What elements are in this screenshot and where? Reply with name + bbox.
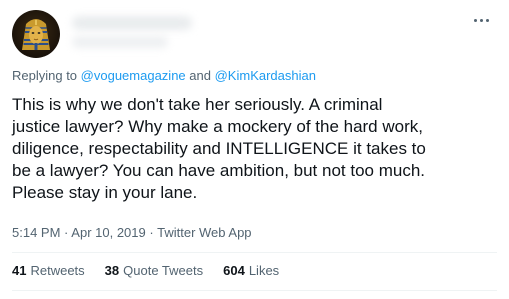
- likes-label: Likes: [248, 263, 280, 278]
- tweet-date[interactable]: Apr 10, 2019: [71, 225, 145, 240]
- quote-tweets-label: Quote Tweets: [123, 263, 204, 278]
- replying-to: Replying to @voguemagazine and @KimKarda…: [12, 68, 316, 83]
- likes-stat[interactable]: 604 Likes: [223, 263, 279, 278]
- retweets-count: 41: [12, 263, 27, 278]
- tweet-time[interactable]: 5:14 PM: [12, 225, 60, 240]
- tweet-source: Twitter Web App: [157, 225, 252, 240]
- retweets-label: Retweets: [30, 263, 85, 278]
- divider: [12, 290, 497, 291]
- tweet-meta: 5:14 PM · Apr 10, 2019 · Twitter Web App: [12, 225, 252, 240]
- replying-prefix: Replying to: [12, 68, 78, 83]
- quote-tweets-stat[interactable]: 38 Quote Tweets: [105, 263, 203, 278]
- quote-tweets-count: 38: [104, 263, 120, 278]
- more-horizontal-icon[interactable]: [469, 12, 493, 28]
- mention-kimkardashian[interactable]: @KimKardashian: [215, 68, 316, 83]
- retweets-stat[interactable]: 41 Retweets: [12, 263, 85, 278]
- meta-separator: ·: [149, 225, 154, 240]
- mention-voguemagazine[interactable]: @voguemagazine: [81, 68, 186, 83]
- engagement-stats: 41 Retweets 38 Quote Tweets 604 Likes: [12, 263, 279, 278]
- author-name-blurred: [72, 14, 222, 50]
- tweet-text: This is why we don't take her seriously.…: [12, 95, 426, 202]
- tweet-card: Replying to @voguemagazine and @KimKarda…: [0, 0, 509, 299]
- avatar[interactable]: [12, 10, 60, 58]
- pharaoh-mask-avatar: [22, 19, 50, 50]
- divider: [12, 252, 497, 253]
- meta-separator: ·: [64, 225, 69, 240]
- likes-count: 604: [223, 263, 245, 278]
- replying-connector: and: [189, 68, 211, 83]
